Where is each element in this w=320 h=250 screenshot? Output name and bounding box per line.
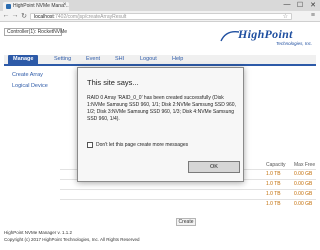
tab-setting[interactable]: Setting bbox=[54, 56, 71, 65]
main-nav: Manage Setting Event SHI Logout Help bbox=[4, 55, 316, 66]
address-bar[interactable]: localhost:7402/com/jsp/createArrayResult… bbox=[30, 13, 292, 20]
footer-version: HighPoint NVMe Manager v. 1.1.2 bbox=[4, 230, 72, 235]
footer-copyright: Copyright (c) 2017 HighPoint Technologie… bbox=[4, 237, 140, 242]
sidebar: Create Array Logical Device bbox=[4, 70, 52, 225]
table-cell: 0.00 GB bbox=[294, 201, 313, 207]
favicon-icon bbox=[6, 4, 11, 9]
forward-icon[interactable]: → bbox=[11, 12, 19, 19]
table-cell: 0.00 GB bbox=[294, 191, 313, 197]
back-icon[interactable]: ← bbox=[2, 12, 10, 19]
maximize-button[interactable]: ☐ bbox=[295, 1, 305, 9]
table-cell: 1.0 TB bbox=[266, 191, 281, 197]
logo-swoosh-icon bbox=[220, 31, 240, 42]
tab-manage[interactable]: Manage bbox=[8, 55, 39, 66]
table-cell: 1.0 TB bbox=[266, 181, 281, 187]
controller-select[interactable]: Controller(1): RocketNVMe bbox=[4, 28, 67, 36]
table-cell: 0.00 GB bbox=[294, 171, 313, 177]
tab-shi[interactable]: SHI bbox=[115, 56, 124, 65]
minimize-button[interactable]: — bbox=[282, 1, 292, 8]
column-header-capacity: Capacity bbox=[266, 162, 286, 168]
browser-tab[interactable]: HighPoint NVMe Mana… × bbox=[3, 2, 69, 11]
sidebar-item-create-array[interactable]: Create Array bbox=[12, 72, 43, 78]
table-row-divider bbox=[60, 199, 316, 200]
browser-tab-strip: HighPoint NVMe Mana… × — ☐ ✕ bbox=[0, 0, 320, 11]
window-close-button[interactable]: ✕ bbox=[308, 1, 318, 9]
logo-text: HighPoint bbox=[238, 27, 293, 41]
dialog-title: This site says... bbox=[87, 78, 139, 87]
tab-help[interactable]: Help bbox=[172, 56, 183, 65]
controller-label: Controller(1): RocketNVMe bbox=[7, 29, 68, 35]
address-text: localhost:7402/com/jsp/createArrayResult bbox=[34, 14, 126, 20]
column-header-max-free: Max Free bbox=[294, 162, 316, 168]
browser-tab-title: HighPoint NVMe Mana… bbox=[13, 3, 69, 9]
suppress-messages-checkbox[interactable] bbox=[87, 142, 93, 148]
sidebar-item-logical-device[interactable]: Logical Device bbox=[12, 83, 48, 89]
tab-event[interactable]: Event bbox=[86, 56, 100, 65]
logo-subtitle: Technologies, Inc. bbox=[276, 41, 313, 46]
browser-menu-icon[interactable]: ≡ bbox=[311, 12, 315, 19]
address-path: :7402/com/jsp/createArrayResult bbox=[53, 14, 127, 20]
favorite-star-icon[interactable]: ☆ bbox=[283, 13, 288, 20]
refresh-icon[interactable]: ↻ bbox=[20, 12, 28, 20]
alert-dialog: This site says... RAID 0 Array 'RAID_0_0… bbox=[77, 67, 244, 182]
tab-logout[interactable]: Logout bbox=[140, 56, 157, 65]
table-row-divider bbox=[60, 189, 316, 190]
create-button[interactable]: Create bbox=[176, 218, 196, 226]
highpoint-logo: HighPoint Technologies, Inc. bbox=[220, 27, 315, 49]
address-host: localhost bbox=[34, 14, 54, 20]
suppress-messages-label[interactable]: Don't let this page create more messages bbox=[96, 142, 188, 148]
table-cell: 1.0 TB bbox=[266, 201, 281, 207]
tab-close-icon[interactable]: × bbox=[63, 2, 67, 8]
table-cell: 1.0 TB bbox=[266, 171, 281, 177]
dialog-message: RAID 0 Array 'RAID_0_0' has been created… bbox=[87, 95, 236, 122]
browser-toolbar: ← → ↻ localhost:7402/com/jsp/createArray… bbox=[0, 11, 320, 22]
ok-button[interactable]: OK bbox=[188, 161, 240, 173]
table-cell: 0.00 GB bbox=[294, 181, 313, 187]
